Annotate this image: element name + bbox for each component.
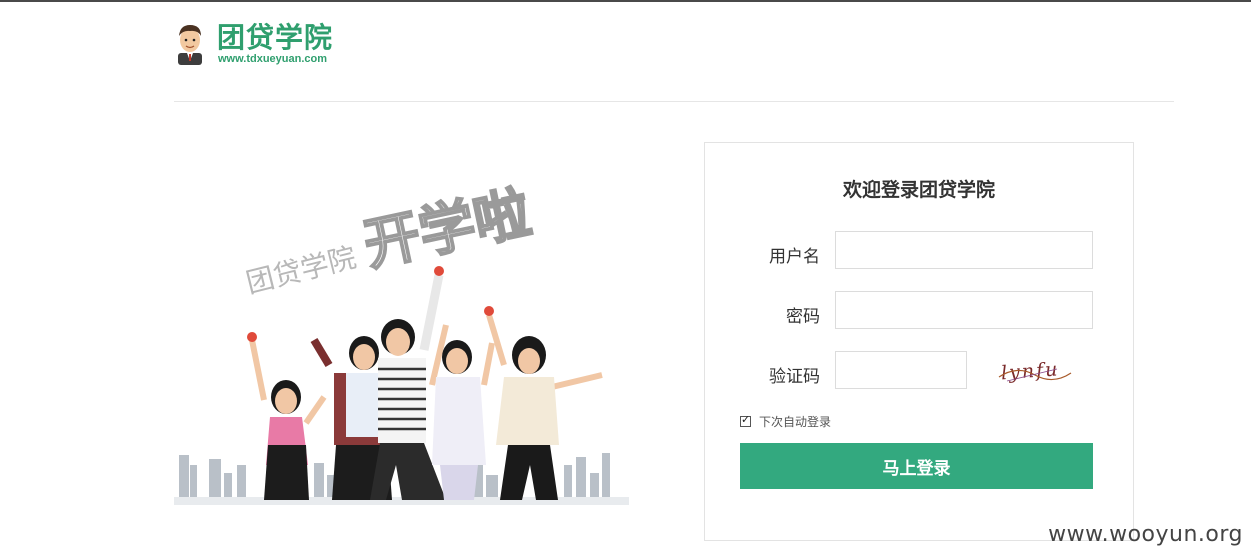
hero-graphic: 团贷学院 开学啦 xyxy=(174,179,629,505)
captcha-input[interactable] xyxy=(835,351,967,389)
username-input[interactable] xyxy=(835,231,1093,269)
login-panel: 欢迎登录团贷学院 用户名 密码 验证码 lynfu ✓ 下次自动登录 马上登录 xyxy=(704,142,1134,541)
password-input[interactable] xyxy=(835,291,1093,329)
username-label: 用户名 xyxy=(769,247,820,267)
check-icon: ✓ xyxy=(741,413,751,426)
login-button[interactable]: 马上登录 xyxy=(740,443,1093,489)
header-divider xyxy=(174,101,1174,102)
password-label: 密码 xyxy=(786,307,820,327)
top-border xyxy=(0,0,1251,2)
site-logo[interactable]: 团贷学院 www.tdxueyuan.com xyxy=(174,20,414,70)
captcha-image[interactable]: lynfu xyxy=(997,355,1073,387)
hero-illustration: 团贷学院 开学啦 xyxy=(174,165,629,505)
captcha-label: 验证码 xyxy=(769,367,820,387)
hero-slogan-text: 开学啦 xyxy=(358,180,536,279)
brand-name: 团贷学院 xyxy=(217,21,334,54)
remember-checkbox[interactable]: ✓ xyxy=(740,413,751,427)
remember-label: 下次自动登录 xyxy=(759,415,832,429)
brand-url: www.tdxueyuan.com xyxy=(218,53,328,65)
login-title: 欢迎登录团贷学院 xyxy=(842,179,995,201)
remember-me[interactable]: ✓ 下次自动登录 xyxy=(740,413,831,430)
hero-school-text: 团贷学院 xyxy=(243,241,360,300)
avatar-icon xyxy=(178,25,202,65)
watermark: www.wooyun.org xyxy=(1048,522,1243,547)
student-figure-1 xyxy=(247,332,327,500)
